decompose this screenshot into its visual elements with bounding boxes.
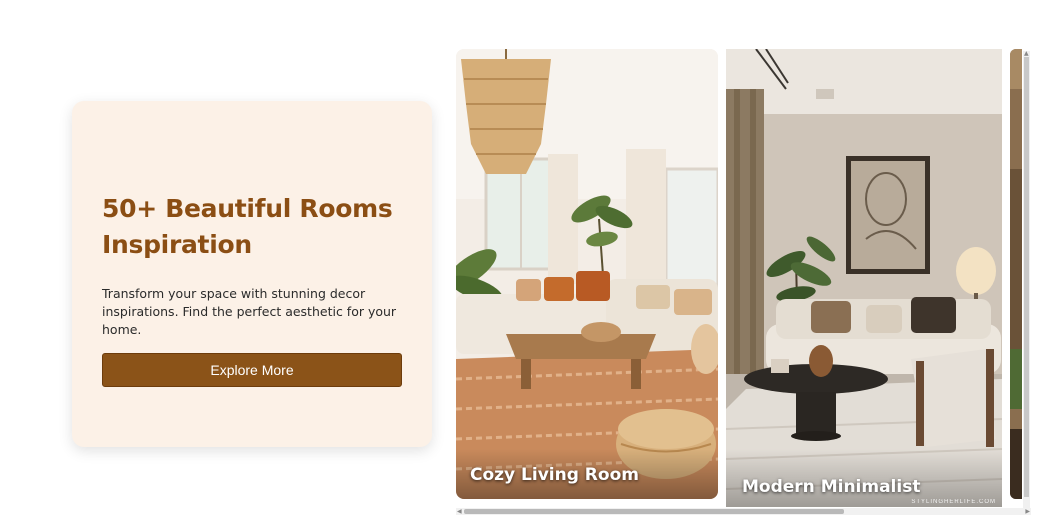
room-card-partial[interactable]	[1010, 49, 1022, 499]
room-label: Modern Minimalist	[742, 477, 921, 497]
vertical-scrollbar-thumb[interactable]	[1024, 57, 1029, 497]
cozy-living-room-image	[456, 49, 718, 499]
horizontal-scrollbar-thumb[interactable]	[464, 509, 844, 514]
scroll-left-arrow-icon[interactable]: ◀	[457, 508, 462, 515]
modern-minimalist-room-image	[726, 49, 1002, 507]
image-watermark: STYLINGHERLIFE.COM	[911, 499, 996, 505]
room-card-modern-minimalist[interactable]: Modern Minimalist STYLINGHERLIFE.COM	[726, 49, 1002, 507]
room-label: Cozy Living Room	[470, 465, 639, 485]
room-gallery[interactable]: Cozy Living Room Modern Minimalist STYLI…	[456, 49, 1031, 519]
hero-card: 50+ Beautiful Rooms Inspiration Transfor…	[72, 101, 432, 447]
explore-more-button[interactable]: Explore More	[102, 353, 402, 387]
vertical-scrollbar[interactable]: ▲	[1023, 50, 1030, 510]
room-card-cozy-living-room[interactable]: Cozy Living Room	[456, 49, 718, 499]
scroll-up-arrow-icon[interactable]: ▲	[1024, 50, 1029, 57]
hero-description: Transform your space with stunning decor…	[102, 286, 397, 337]
hero-title: 50+ Beautiful Rooms Inspiration	[102, 194, 393, 259]
partial-room-image	[1010, 49, 1022, 499]
scroll-right-arrow-icon[interactable]: ▶	[1025, 508, 1030, 515]
horizontal-scrollbar[interactable]: ◀ ▶	[456, 508, 1031, 515]
